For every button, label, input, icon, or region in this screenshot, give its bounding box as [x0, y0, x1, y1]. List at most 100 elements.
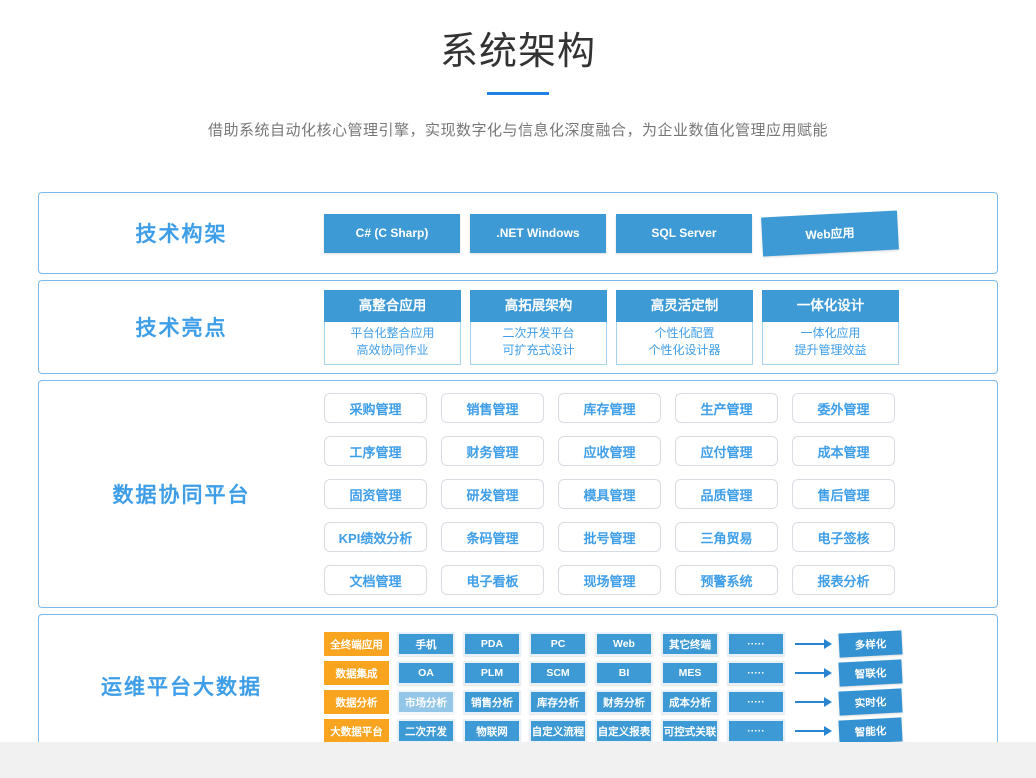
ops-item[interactable]: PDA	[463, 632, 521, 656]
module-pill[interactable]: 报表分析	[792, 565, 895, 595]
ops-item[interactable]: MES	[661, 661, 719, 685]
module-pill[interactable]: 三角贸易	[675, 522, 778, 552]
page-title: 系统架构	[0, 0, 1036, 75]
ops-item[interactable]: 销售分析	[463, 690, 521, 714]
ops-item[interactable]: BI	[595, 661, 653, 685]
card-line: 个性化配置	[617, 325, 752, 342]
card-body: 平台化整合应用高效协同作业	[324, 322, 461, 365]
card-line: 提升管理效益	[763, 342, 898, 359]
panel-tech-highlights: 技术亮点 高整合应用平台化整合应用高效协同作业高拓展架构二次开发平台可扩充式设计…	[38, 280, 998, 374]
tech-button[interactable]: Web应用	[761, 210, 899, 256]
module-pill[interactable]: 模具管理	[558, 479, 661, 509]
card-title: 一体化设计	[762, 290, 899, 322]
card-line: 平台化整合应用	[325, 325, 460, 342]
ops-item[interactable]: 财务分析	[595, 690, 653, 714]
title-underline	[487, 92, 549, 95]
ops-row: 数据分析市场分析销售分析库存分析财务分析成本分析 ····· 实时化	[324, 690, 902, 714]
ops-platform-rows: 全终端应用手机PDAPCWeb其它终端·····多样化数据集成OAPLMSCMB…	[324, 615, 902, 757]
module-pill[interactable]: 生产管理	[675, 393, 778, 423]
ops-item[interactable]: 库存分析	[529, 690, 587, 714]
module-pill[interactable]: 销售管理	[441, 393, 544, 423]
module-pill[interactable]: 预警系统	[675, 565, 778, 595]
card-line: 一体化应用	[763, 325, 898, 342]
tech-framework-buttons: C# (C Sharp) .NET Windows SQL ServerWeb应用	[324, 193, 898, 273]
tech-button[interactable]: C# (C Sharp)	[324, 214, 460, 253]
ops-item[interactable]: SCM	[529, 661, 587, 685]
module-pill[interactable]: 电子签核	[792, 522, 895, 552]
module-pill[interactable]: 采购管理	[324, 393, 427, 423]
ops-category: 数据分析	[324, 690, 389, 714]
page-subtitle: 借助系统自动化核心管理引擎，实现数字化与信息化深度融合，为企业数值化管理应用赋能	[0, 119, 1036, 140]
module-pill[interactable]: 成本管理	[792, 436, 895, 466]
module-pill[interactable]: 委外管理	[792, 393, 895, 423]
ops-item[interactable]: ·····	[727, 719, 785, 743]
module-pill[interactable]: 应付管理	[675, 436, 778, 466]
panel-data-platform: 数据协同平台 采购管理销售管理库存管理生产管理委外管理工序管理财务管理应收管理应…	[38, 380, 998, 608]
module-pill[interactable]: 售后管理	[792, 479, 895, 509]
module-pill[interactable]: 品质管理	[675, 479, 778, 509]
arrow-right-icon	[795, 730, 825, 732]
module-pill[interactable]: 固资管理	[324, 479, 427, 509]
page: 系统架构 借助系统自动化核心管理引擎，实现数字化与信息化深度融合，为企业数值化管…	[0, 0, 1036, 778]
card-title: 高拓展架构	[470, 290, 607, 322]
card-line: 可扩充式设计	[471, 342, 606, 359]
ops-category: 数据集成	[324, 661, 389, 685]
tech-button[interactable]: .NET Windows	[470, 214, 606, 253]
ops-item[interactable]: PC	[529, 632, 587, 656]
data-platform-label: 数据协同平台	[39, 381, 324, 607]
ops-row: 全终端应用手机PDAPCWeb其它终端·····多样化	[324, 632, 902, 656]
footer-strip	[0, 742, 1036, 778]
module-pill[interactable]: 条码管理	[441, 522, 544, 552]
module-pill[interactable]: 应收管理	[558, 436, 661, 466]
highlight-card: 高拓展架构二次开发平台可扩充式设计	[470, 290, 607, 365]
ops-item[interactable]: ·····	[727, 690, 785, 714]
card-line: 高效协同作业	[325, 342, 460, 359]
tech-framework-label: 技术构架	[39, 193, 324, 273]
ops-item[interactable]: 成本分析	[661, 690, 719, 714]
module-pill[interactable]: 研发管理	[441, 479, 544, 509]
ops-platform-label: 运维平台大数据	[39, 615, 324, 757]
ops-item[interactable]: OA	[397, 661, 455, 685]
ops-result-badge: 智能化	[838, 717, 902, 744]
card-body: 个性化配置个性化设计器	[616, 322, 753, 365]
card-title: 高整合应用	[324, 290, 461, 322]
ops-result-badge: 实时化	[838, 688, 902, 715]
ops-result-badge: 多样化	[838, 630, 902, 657]
ops-item[interactable]: 自定义报表	[595, 719, 653, 743]
card-title: 高灵活定制	[616, 290, 753, 322]
data-platform-grid: 采购管理销售管理库存管理生产管理委外管理工序管理财务管理应收管理应付管理成本管理…	[324, 393, 895, 595]
ops-item[interactable]: 市场分析	[397, 690, 455, 714]
arrow-right-icon	[795, 643, 825, 645]
ops-item[interactable]: 自定义流程	[529, 719, 587, 743]
module-pill[interactable]: 财务管理	[441, 436, 544, 466]
highlight-card: 高整合应用平台化整合应用高效协同作业	[324, 290, 461, 365]
ops-item[interactable]: Web	[595, 632, 653, 656]
ops-item[interactable]: 手机	[397, 632, 455, 656]
tech-button[interactable]: SQL Server	[616, 214, 752, 253]
ops-item[interactable]: 可控式关联	[661, 719, 719, 743]
panel-tech-framework: 技术构架 C# (C Sharp) .NET Windows SQL ServerW…	[38, 192, 998, 274]
card-line: 个性化设计器	[617, 342, 752, 359]
ops-item[interactable]: PLM	[463, 661, 521, 685]
card-body: 二次开发平台可扩充式设计	[470, 322, 607, 365]
ops-item[interactable]: 其它终端	[661, 632, 719, 656]
module-pill[interactable]: 工序管理	[324, 436, 427, 466]
ops-item[interactable]: ·····	[727, 661, 785, 685]
ops-item[interactable]: 二次开发	[397, 719, 455, 743]
module-pill[interactable]: 库存管理	[558, 393, 661, 423]
module-pill[interactable]: 批号管理	[558, 522, 661, 552]
ops-item[interactable]: ·····	[727, 632, 785, 656]
arrow-right-icon	[795, 672, 825, 674]
ops-item[interactable]: 物联网	[463, 719, 521, 743]
highlight-card: 一体化设计一体化应用提升管理效益	[762, 290, 899, 365]
ops-result-badge: 智联化	[838, 659, 902, 686]
ops-category: 大数据平台	[324, 719, 389, 743]
module-pill[interactable]: 电子看板	[441, 565, 544, 595]
module-pill[interactable]: 文档管理	[324, 565, 427, 595]
ops-row: 大数据平台二次开发物联网自定义流程自定义报表可控式关联 ····· 智能化	[324, 719, 902, 743]
module-pill[interactable]: 现场管理	[558, 565, 661, 595]
arrow-right-icon	[795, 701, 825, 703]
panel-ops-platform: 运维平台大数据 全终端应用手机PDAPCWeb其它终端·····多样化数据集成O…	[38, 614, 998, 758]
ops-row: 数据集成 OA PLM SCM BI MES ····· 智联化	[324, 661, 902, 685]
module-pill[interactable]: KPI绩效分析	[324, 522, 427, 552]
